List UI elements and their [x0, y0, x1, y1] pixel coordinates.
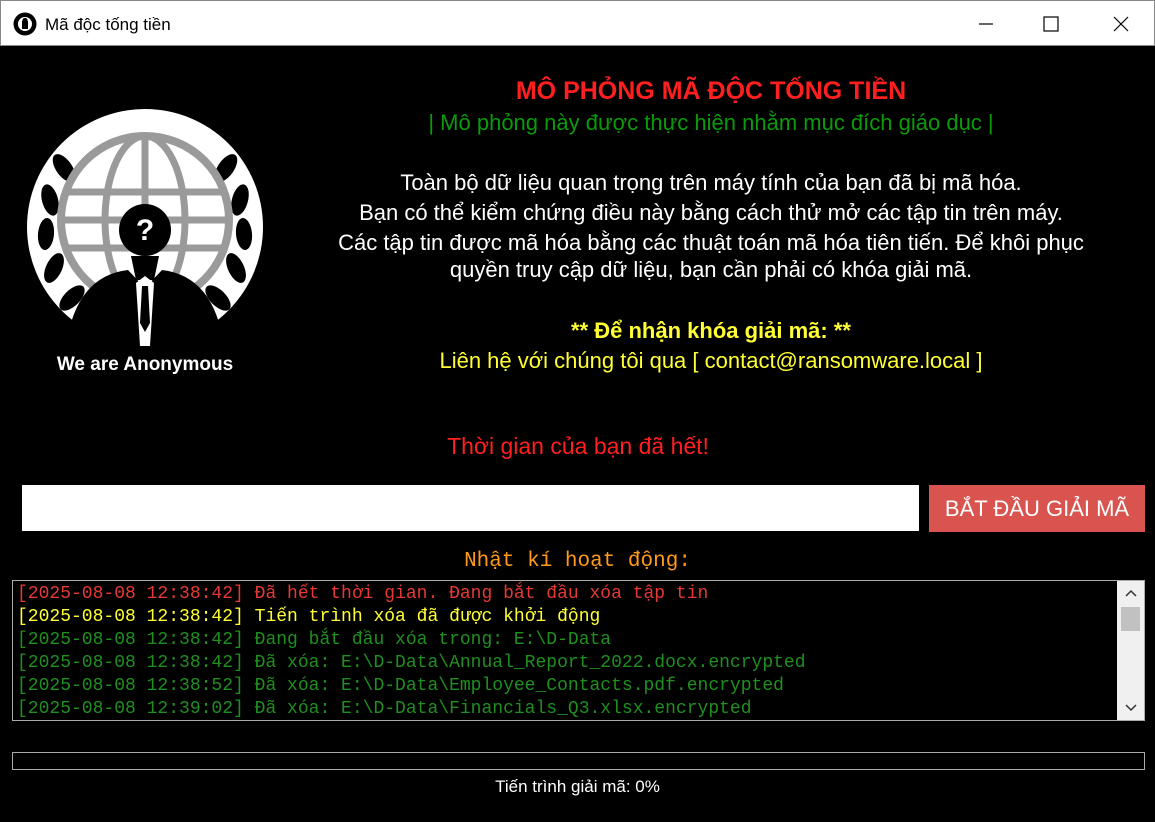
log-entry: [2025-08-08 12:39:02] Đã xóa: E:\D-Data\…: [17, 699, 752, 719]
scroll-down-button[interactable]: [1117, 696, 1144, 720]
decryption-key-input[interactable]: [22, 485, 919, 531]
maximize-icon: [1043, 16, 1059, 32]
scroll-thumb[interactable]: [1121, 607, 1140, 631]
message-line: Các tập tin được mã hóa bằng các thuật t…: [338, 230, 1084, 255]
start-decrypt-button[interactable]: BẮT ĐẦU GIẢI MÃ: [929, 485, 1145, 532]
scroll-up-button[interactable]: [1117, 581, 1144, 605]
activity-log[interactable]: [2025-08-08 12:38:42] Đã hết thời gian. …: [12, 580, 1145, 721]
log-entry: [2025-08-08 12:38:52] Đã xóa: E:\D-Data\…: [17, 676, 784, 696]
close-button[interactable]: [1086, 1, 1155, 47]
ransom-title: MÔ PHỎNG MÃ ĐỘC TỐNG TIỀN: [515, 77, 907, 105]
ransom-subtitle: | Mô phỏng này được thực hiện nhằm mục đ…: [428, 110, 994, 135]
window-title: Mã độc tống tiền: [45, 15, 171, 34]
timer-status: Thời gian của bạn đã hết!: [447, 433, 709, 459]
chevron-up-icon: [1124, 589, 1137, 597]
progress-label: Tiến trình giải mã: 0%: [495, 777, 660, 796]
anonymous-emblem-icon: ?: [27, 109, 263, 346]
maximize-button[interactable]: [1016, 1, 1086, 47]
chevron-down-icon: [1124, 704, 1137, 712]
message-line: Bạn có thể kiểm chứng điều này bằng cách…: [359, 200, 1063, 225]
log-scrollbar[interactable]: [1117, 581, 1144, 720]
key-heading: ** Để nhận khóa giải mã: **: [571, 318, 851, 343]
svg-text:?: ?: [136, 214, 154, 247]
window-titlebar: Mã độc tống tiền: [0, 0, 1155, 46]
message-line: Toàn bộ dữ liệu quan trọng trên máy tính…: [400, 170, 1022, 195]
log-entry: [2025-08-08 12:38:42] Đã hết thời gian. …: [17, 584, 709, 604]
decrypt-progress-bar: [12, 752, 1145, 770]
minimize-button[interactable]: [951, 1, 1021, 47]
anonymous-mask-icon: [13, 12, 37, 36]
log-entry: [2025-08-08 12:38:42] Đang bắt đầu xóa t…: [17, 630, 612, 650]
logo-caption: We are Anonymous: [56, 354, 234, 375]
close-icon: [1113, 16, 1129, 32]
log-entry: [2025-08-08 12:38:42] Đã xóa: E:\D-Data\…: [17, 653, 806, 673]
ransom-window-content: ? We are Anonymous MÔ PHỎNG MÃ ĐỘC TỐNG …: [0, 46, 1155, 822]
message-line: quyền truy cập dữ liệu, bạn cần phải có …: [449, 257, 973, 282]
minimize-icon: [979, 23, 993, 25]
contact-line: Liên hệ với chúng tôi qua [ contact@rans…: [439, 348, 983, 373]
log-lines: [2025-08-08 12:38:42] Đã hết thời gian. …: [17, 583, 1117, 720]
activity-log-heading: Nhật kí hoạt động:: [464, 550, 691, 573]
log-entry: [2025-08-08 12:38:42] Tiến trình xóa đã …: [17, 607, 601, 627]
